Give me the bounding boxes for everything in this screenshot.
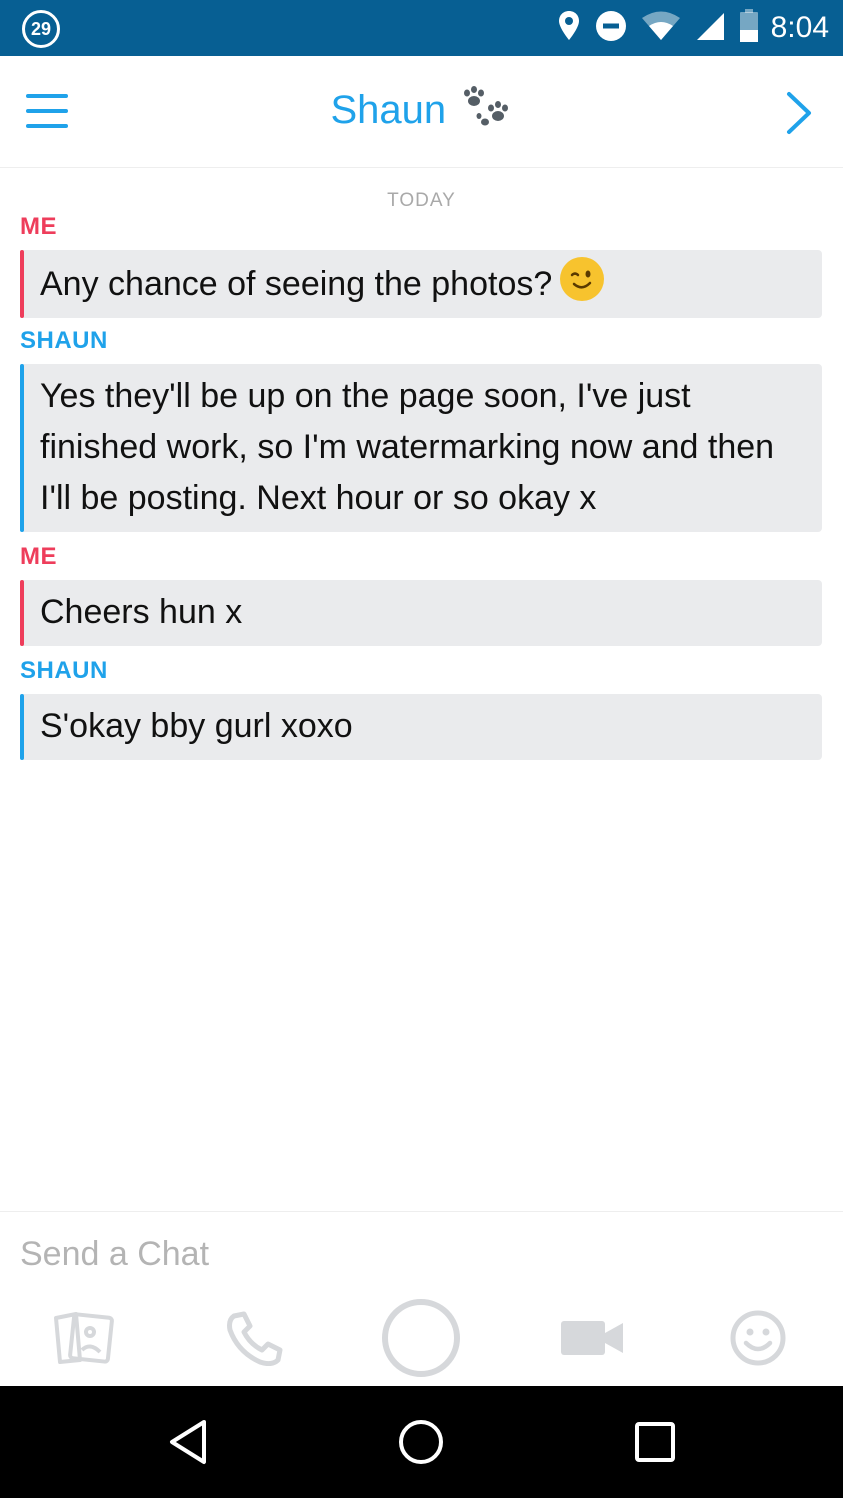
message-group: ME Any chance of seeing the photos? <box>20 212 822 318</box>
location-icon <box>557 10 581 47</box>
message-bubble[interactable]: Yes they'll be up on the page soon, I've… <box>20 364 822 532</box>
date-separator: TODAY <box>387 190 456 211</box>
clock-time: 8:04 <box>770 11 829 44</box>
phone-icon[interactable] <box>214 1290 294 1386</box>
status-icons: 8:04 <box>543 8 829 48</box>
sender-label: ME <box>20 213 57 240</box>
message-text: Any chance of seeing the photos? <box>40 265 553 303</box>
action-bar <box>0 1290 843 1386</box>
chat-title-wrap: Shaun <box>0 86 843 135</box>
smiley-icon[interactable] <box>718 1290 798 1386</box>
message-bubble[interactable]: Cheers hun x <box>20 580 822 646</box>
compose-divider <box>0 1211 843 1212</box>
sender-label: SHAUN <box>20 657 108 684</box>
message-bubble[interactable]: S'okay bby gurl xoxo <box>20 694 822 760</box>
chat-title[interactable]: Shaun <box>330 88 446 132</box>
video-camera-icon[interactable] <box>552 1290 632 1386</box>
message-group: SHAUN S'okay bby gurl xoxo <box>20 656 822 760</box>
message-bubble[interactable]: Any chance of seeing the photos? <box>20 250 822 318</box>
message-group: SHAUN Yes they'll be up on the page soon… <box>20 326 822 532</box>
chat-header: Shaun <box>0 56 843 168</box>
sender-label: SHAUN <box>20 327 108 354</box>
home-circle-icon[interactable] <box>389 1410 453 1474</box>
sender-label: ME <box>20 543 57 570</box>
system-nav-bar <box>0 1386 843 1498</box>
message-text: Yes they'll be up on the page soon, I've… <box>40 377 775 517</box>
message-text: S'okay bby gurl xoxo <box>40 707 353 745</box>
battery-icon <box>739 8 759 48</box>
chevron-right-icon[interactable] <box>781 90 817 136</box>
memories-icon[interactable] <box>44 1290 124 1386</box>
wifi-icon <box>641 11 681 46</box>
winking-face-icon <box>560 257 605 301</box>
notification-count-badge: 29 <box>22 10 60 48</box>
status-bar: 29 8:04 <box>0 0 843 56</box>
signal-icon <box>695 11 725 46</box>
chat-input[interactable] <box>0 1222 843 1286</box>
capture-icon[interactable] <box>378 1290 464 1386</box>
paw-prints-icon <box>461 86 513 135</box>
recents-square-icon[interactable] <box>623 1410 687 1474</box>
do-not-disturb-icon <box>595 10 627 47</box>
back-triangle-icon[interactable] <box>156 1410 220 1474</box>
message-text: Cheers hun x <box>40 593 243 631</box>
message-group: ME Cheers hun x <box>20 542 822 646</box>
